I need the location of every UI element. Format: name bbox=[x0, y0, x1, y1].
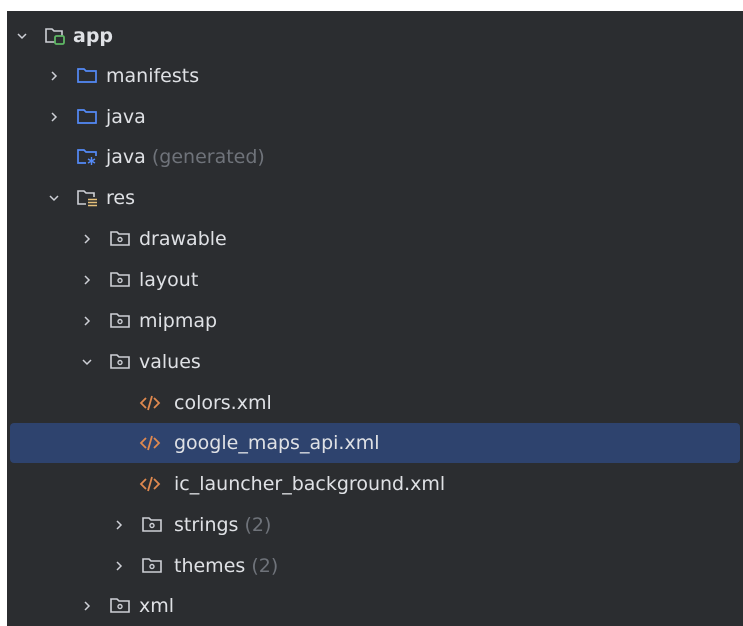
generated-source-folder-icon bbox=[75, 137, 99, 177]
tree-item-label: app bbox=[73, 25, 114, 47]
tree-item-app[interactable]: app bbox=[7, 16, 743, 56]
tree-item-label: java bbox=[106, 106, 146, 128]
screenshot-canvas: app manifests java java (generated) res … bbox=[0, 0, 743, 626]
xml-file-icon bbox=[138, 383, 162, 423]
tree-item-label: mipmap bbox=[139, 310, 218, 332]
tree-item-label: values bbox=[139, 351, 201, 373]
xml-file-icon bbox=[138, 464, 162, 504]
tree-item-label: strings (2) bbox=[174, 505, 271, 545]
package-folder-icon bbox=[108, 342, 132, 382]
tree-item-name: java bbox=[106, 146, 146, 168]
tree-item-label: google_maps_api.xml bbox=[174, 432, 380, 454]
tree-item-label: xml bbox=[139, 595, 175, 617]
chevron-right-icon[interactable] bbox=[79, 219, 95, 259]
chevron-right-icon[interactable] bbox=[46, 56, 62, 96]
tree-item-colors-xml[interactable]: colors.xml bbox=[7, 383, 743, 423]
package-folder-icon bbox=[140, 505, 164, 545]
tree-item-strings[interactable]: strings (2) bbox=[7, 505, 743, 545]
tree-item-label: java (generated) bbox=[106, 137, 265, 177]
xml-file-icon bbox=[138, 423, 162, 463]
tree-item-label: ic_launcher_background.xml bbox=[174, 473, 446, 495]
tree-item-java-generated[interactable]: java (generated) bbox=[7, 137, 743, 177]
tree-item-label: colors.xml bbox=[174, 392, 272, 414]
chevron-right-icon[interactable] bbox=[79, 586, 95, 626]
tree-item-manifests[interactable]: manifests bbox=[7, 56, 743, 96]
tree-item-label: layout bbox=[139, 269, 199, 291]
tree-item-label: manifests bbox=[106, 65, 200, 87]
folder-icon bbox=[75, 56, 99, 96]
tree-item-res[interactable]: res bbox=[7, 178, 743, 218]
tree-item-drawable[interactable]: drawable bbox=[7, 219, 743, 259]
chevron-right-icon[interactable] bbox=[79, 301, 95, 341]
chevron-right-icon[interactable] bbox=[111, 546, 127, 586]
project-tree[interactable]: app manifests java java (generated) res … bbox=[7, 11, 743, 626]
folder-icon bbox=[75, 97, 99, 137]
tree-item-xml[interactable]: xml bbox=[7, 586, 743, 626]
tree-item-name: strings bbox=[174, 514, 239, 536]
chevron-down-icon[interactable] bbox=[14, 16, 30, 56]
chevron-down-icon[interactable] bbox=[79, 342, 95, 382]
chevron-right-icon[interactable] bbox=[79, 260, 95, 300]
tree-item-name: themes bbox=[174, 555, 246, 577]
chevron-right-icon[interactable] bbox=[46, 97, 62, 137]
tree-item-ic-launcher-background-xml[interactable]: ic_launcher_background.xml bbox=[7, 464, 743, 504]
tree-item-label: res bbox=[106, 187, 135, 209]
tree-item-suffix: (generated) bbox=[151, 146, 265, 168]
package-folder-icon bbox=[108, 260, 132, 300]
tree-item-label: themes (2) bbox=[174, 546, 278, 586]
tree-item-label: drawable bbox=[139, 228, 227, 250]
tree-item-count: (2) bbox=[244, 514, 272, 536]
chevron-right-icon[interactable] bbox=[111, 505, 127, 545]
tree-item-google-maps-api-xml[interactable]: google_maps_api.xml bbox=[10, 423, 740, 463]
tree-item-themes[interactable]: themes (2) bbox=[7, 546, 743, 586]
package-folder-icon bbox=[108, 301, 132, 341]
package-folder-icon bbox=[108, 219, 132, 259]
package-folder-icon bbox=[140, 546, 164, 586]
tree-item-count: (2) bbox=[251, 555, 279, 577]
tree-item-mipmap[interactable]: mipmap bbox=[7, 301, 743, 341]
package-folder-icon bbox=[108, 586, 132, 626]
tree-item-java[interactable]: java bbox=[7, 97, 743, 137]
tree-item-values[interactable]: values bbox=[7, 342, 743, 382]
tree-item-layout[interactable]: layout bbox=[7, 260, 743, 300]
module-folder-icon bbox=[43, 16, 67, 56]
chevron-down-icon[interactable] bbox=[46, 178, 62, 218]
resources-folder-icon bbox=[75, 178, 99, 218]
